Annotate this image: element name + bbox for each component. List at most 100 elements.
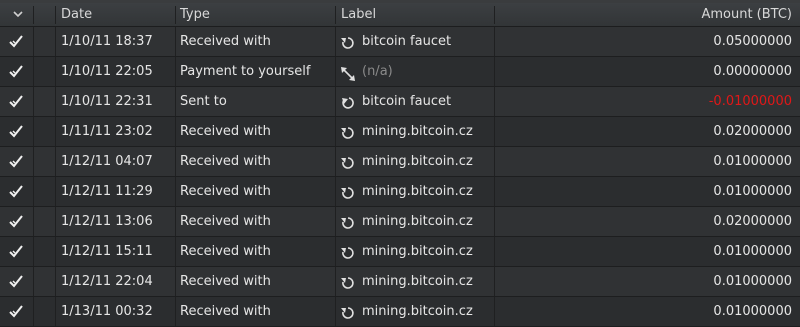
column-divider (175, 87, 176, 116)
label-text: bitcoin faucet (362, 94, 452, 109)
received-icon (340, 34, 356, 50)
type-cell: Payment to yourself (180, 64, 311, 79)
received-icon (340, 184, 356, 200)
table-row[interactable]: 1/11/11 23:02 Received with mining.bitcoin… (0, 117, 800, 147)
column-divider (175, 297, 176, 326)
date-cell: 1/12/11 15:11 (61, 244, 153, 259)
column-divider (33, 27, 34, 56)
table-row[interactable]: 1/13/11 00:32 Received with mining.bitcoin… (0, 297, 800, 327)
header-divider (175, 6, 176, 24)
table-row[interactable]: 1/12/11 11:29 Received with mining.bitcoin… (0, 177, 800, 207)
date-cell: 1/11/11 23:02 (61, 124, 153, 139)
column-divider (175, 207, 176, 236)
type-cell: Received with (180, 304, 271, 319)
type-cell: Received with (180, 184, 271, 199)
column-divider (55, 297, 56, 326)
column-divider (335, 267, 336, 296)
column-divider (55, 117, 56, 146)
header-divider (33, 6, 34, 24)
status-cell (6, 57, 26, 86)
type-cell: Received with (180, 244, 271, 259)
table-row[interactable]: 1/10/11 22:05 Payment to yourself (n/a) 0.0… (0, 57, 800, 87)
column-divider (175, 117, 176, 146)
column-divider (55, 177, 56, 206)
column-divider (175, 27, 176, 56)
column-divider (55, 237, 56, 266)
status-cell (6, 117, 26, 146)
table-row[interactable]: 1/12/11 04:07 Received with mining.bitcoin… (0, 147, 800, 177)
label-column-header[interactable]: Label (341, 3, 491, 26)
column-divider (494, 207, 495, 236)
date-column-header[interactable]: Date (61, 3, 171, 26)
label-cell: bitcoin faucet (340, 27, 492, 56)
label-text: mining.bitcoin.cz (362, 154, 473, 169)
amount-cell: 0.01000000 (713, 274, 792, 289)
header-divider (335, 6, 336, 24)
column-divider (335, 57, 336, 86)
type-cell: Received with (180, 34, 271, 49)
label-cell: mining.bitcoin.cz (340, 237, 492, 266)
status-column-header[interactable] (0, 3, 33, 26)
status-cell (6, 297, 26, 326)
column-divider (494, 27, 495, 56)
type-cell: Sent to (180, 94, 227, 109)
column-divider (335, 147, 336, 176)
label-text: mining.bitcoin.cz (362, 184, 473, 199)
amount-cell: 0.05000000 (713, 34, 792, 49)
table-row[interactable]: 1/10/11 18:37 Received with bitcoin faucet… (0, 27, 800, 57)
column-divider (55, 267, 56, 296)
column-divider (175, 57, 176, 86)
amount-cell: 0.01000000 (713, 304, 792, 319)
type-cell: Received with (180, 214, 271, 229)
table-row[interactable]: 1/10/11 22:31 Sent to bitcoin faucet -0.010… (0, 87, 800, 117)
column-divider (494, 57, 495, 86)
received-icon (340, 124, 356, 140)
chevron-down-icon (13, 11, 23, 18)
type-column-header[interactable]: Type (180, 3, 330, 26)
status-cell (6, 237, 26, 266)
column-divider (494, 87, 495, 116)
received-icon (340, 154, 356, 170)
status-cell (6, 87, 26, 116)
column-divider (175, 147, 176, 176)
payment-to-self-icon (340, 64, 356, 81)
label-cell: (n/a) (340, 57, 492, 86)
column-divider (335, 237, 336, 266)
amount-cell: 0.02000000 (713, 124, 792, 139)
header-divider (55, 6, 56, 24)
status-cell (6, 207, 26, 236)
column-divider (335, 297, 336, 326)
amount-column-header[interactable]: Amount (BTC) (500, 3, 792, 26)
column-divider (175, 177, 176, 206)
column-divider (494, 297, 495, 326)
amount-cell: 0.02000000 (713, 214, 792, 229)
table-row[interactable]: 1/12/11 13:06 Received with mining.bitcoin… (0, 207, 800, 237)
column-divider (33, 87, 34, 116)
column-divider (494, 117, 495, 146)
label-cell: mining.bitcoin.cz (340, 117, 492, 146)
column-divider (175, 237, 176, 266)
date-cell: 1/10/11 18:37 (61, 34, 153, 49)
amount-cell: 0.01000000 (713, 244, 792, 259)
amount-cell: 0.01000000 (713, 154, 792, 169)
column-divider (494, 237, 495, 266)
table-row[interactable]: 1/12/11 22:04 Received with mining.bitcoin… (0, 267, 800, 297)
label-cell: bitcoin faucet (340, 87, 492, 116)
date-cell: 1/12/11 22:04 (61, 274, 153, 289)
column-divider (494, 267, 495, 296)
column-divider (55, 27, 56, 56)
status-cell (6, 267, 26, 296)
type-cell: Received with (180, 124, 271, 139)
label-text: mining.bitcoin.cz (362, 274, 473, 289)
date-cell: 1/12/11 13:06 (61, 214, 153, 229)
received-icon (340, 274, 356, 290)
date-cell: 1/10/11 22:05 (61, 64, 153, 79)
label-cell: mining.bitcoin.cz (340, 267, 492, 296)
table-row[interactable]: 1/12/11 15:11 Received with mining.bitcoin… (0, 237, 800, 267)
label-text: bitcoin faucet (362, 34, 452, 49)
column-divider (55, 207, 56, 236)
column-divider (55, 147, 56, 176)
amount-cell: 0.01000000 (713, 184, 792, 199)
column-divider (335, 207, 336, 236)
label-text: mining.bitcoin.cz (362, 124, 473, 139)
